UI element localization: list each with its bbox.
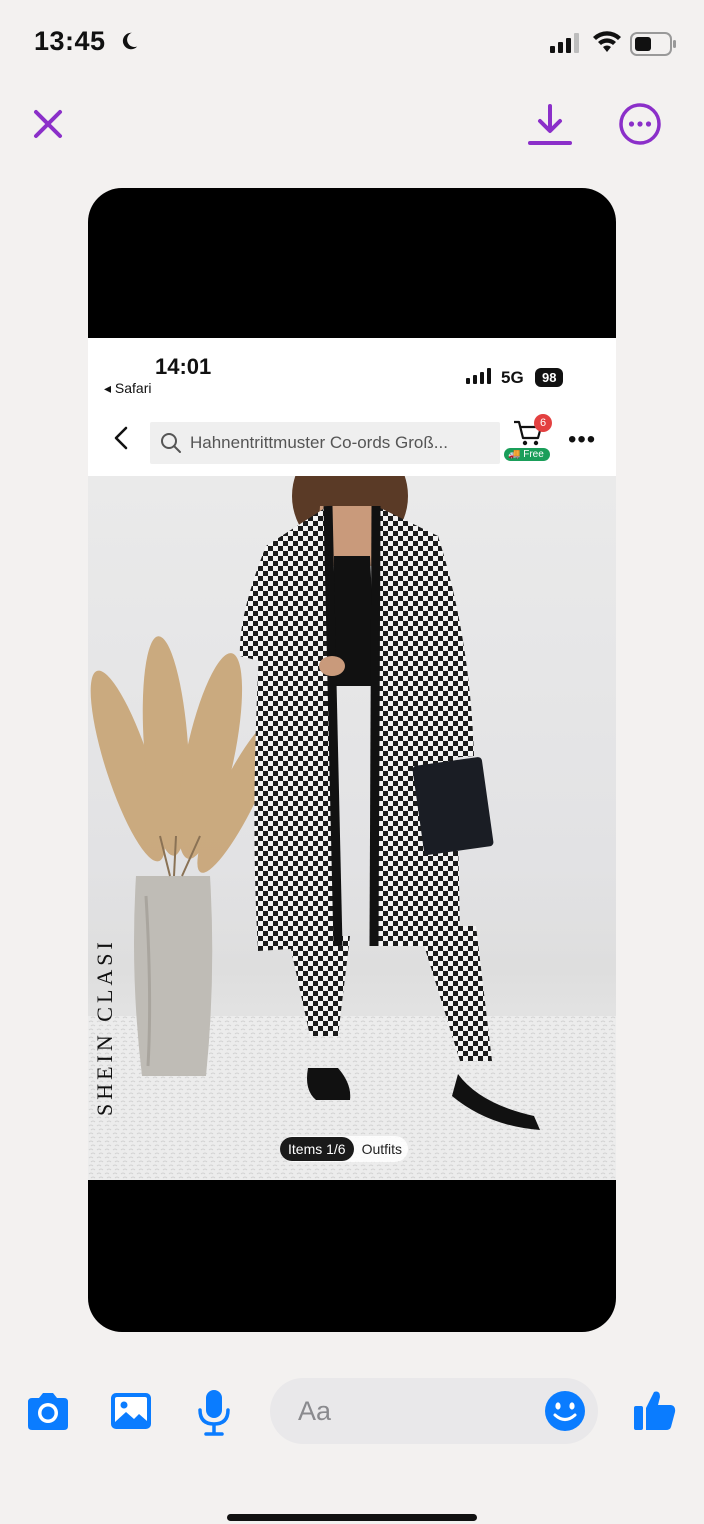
- camera-button[interactable]: [24, 1388, 72, 1436]
- moon-icon: [122, 32, 138, 50]
- download-button[interactable]: [526, 100, 574, 150]
- inner-cart: 6 🚚 Free: [504, 414, 558, 468]
- home-indicator: [227, 1514, 477, 1521]
- inner-back-to-safari: ◂ Safari: [104, 380, 152, 396]
- product-photo: SHEIN CLASI Items 1/6 Outfits: [88, 476, 616, 1180]
- inner-search-text: Hahnentrittmuster Co-ords Groß...: [190, 433, 448, 452]
- search-icon: [161, 433, 181, 453]
- inner-search-box: Hahnentrittmuster Co-ords Groß...: [150, 422, 500, 464]
- inner-nav-bar: Hahnentrittmuster Co-ords Groß... 6 🚚 Fr…: [88, 400, 616, 476]
- thumbs-up-button[interactable]: [630, 1386, 678, 1434]
- items-pill: Items 1/6 Outfits: [280, 1136, 409, 1162]
- inner-time: 14:01: [155, 354, 212, 379]
- brand-watermark: SHEIN CLASI: [92, 938, 117, 1116]
- inner-more-icon: •••: [568, 426, 597, 453]
- cellular-signal-icon: [550, 33, 579, 53]
- inner-network: 5G: [501, 368, 524, 387]
- battery-icon: [630, 32, 676, 56]
- free-shipping-badge: 🚚 Free: [504, 448, 550, 461]
- status-bar: 13:45: [0, 0, 704, 90]
- microphone-button[interactable]: [194, 1386, 234, 1438]
- inner-status-bar: 14:01 ◂ Safari 5G 98: [88, 338, 616, 400]
- gallery-button[interactable]: [108, 1388, 154, 1434]
- status-time: 13:45: [34, 26, 106, 56]
- chevron-left-icon: [114, 426, 128, 450]
- close-button[interactable]: [26, 102, 70, 146]
- emoji-button[interactable]: [544, 1390, 586, 1432]
- shared-photo[interactable]: 14:01 ◂ Safari 5G 98 Hahnentrittmuster C…: [88, 188, 616, 1332]
- inner-battery: 98: [535, 368, 564, 387]
- wifi-icon: [593, 31, 621, 52]
- product-illustration: [88, 476, 616, 1180]
- free-label: Free: [523, 449, 544, 460]
- outfits-label: Outfits: [361, 1141, 403, 1157]
- message-composer: [0, 1370, 704, 1460]
- inner-signal-icon: [466, 368, 491, 384]
- shared-screenshot: 14:01 ◂ Safari 5G 98 Hahnentrittmuster C…: [88, 338, 616, 1330]
- more-options-button[interactable]: [616, 100, 664, 148]
- cart-badge: 6: [534, 414, 552, 432]
- items-count: Items 1/6: [280, 1137, 354, 1161]
